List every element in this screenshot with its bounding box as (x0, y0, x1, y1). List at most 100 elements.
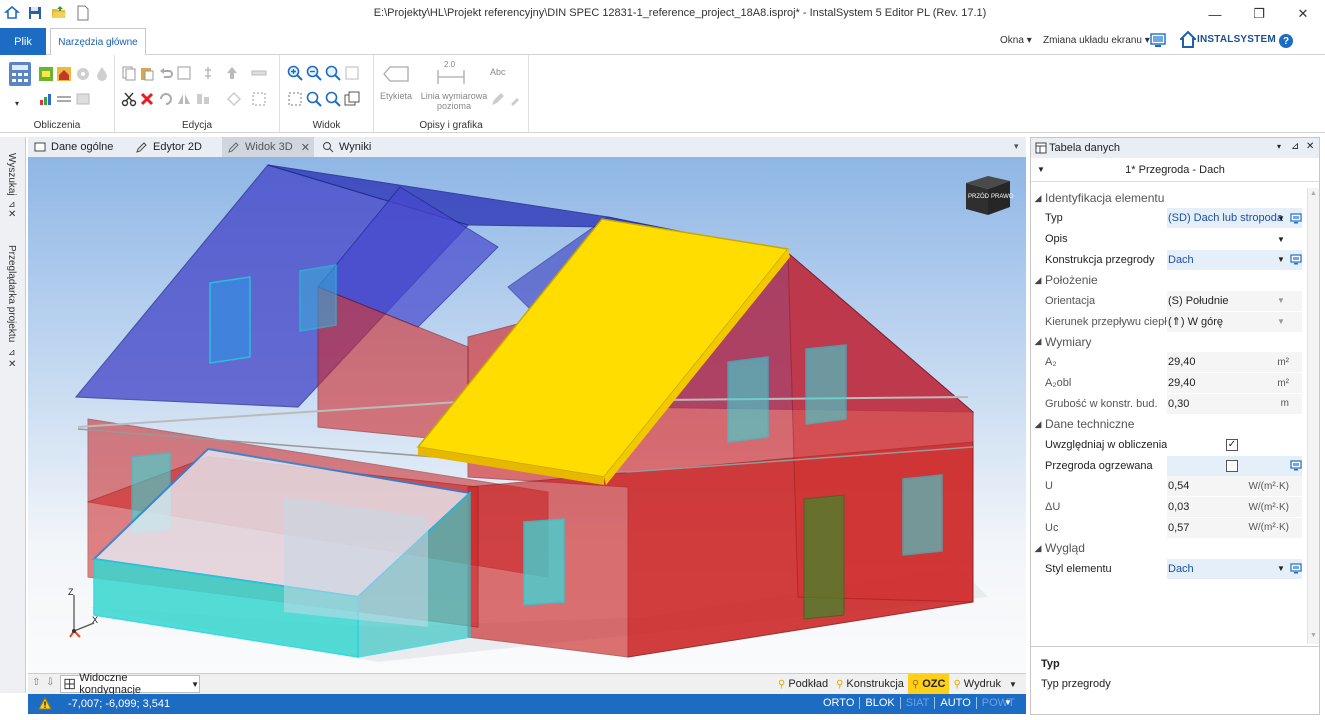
layout-menu[interactable]: Zmiana układu ekranu ▾ (1043, 35, 1150, 46)
property-row[interactable]: A₂ 29,40 m² (1031, 352, 1319, 373)
tab-wyniki[interactable]: Wyniki (316, 137, 396, 157)
element-selector[interactable]: ▼ 1* Przegroda - Dach (1031, 158, 1319, 182)
frame-icon[interactable] (176, 65, 192, 81)
property-row[interactable]: Opis ▼ (1031, 229, 1319, 250)
dropdown-arrow-icon[interactable]: ▼ (1277, 255, 1285, 264)
collapse-icon[interactable]: ◢ (1031, 193, 1045, 204)
restore-button[interactable]: ❐ (1237, 0, 1281, 28)
undo-icon[interactable] (158, 65, 174, 81)
collapse-icon[interactable]: ◢ (1031, 419, 1045, 430)
property-checkbox-cell[interactable] (1167, 455, 1302, 476)
collapse-icon[interactable]: ◢ (1031, 543, 1045, 554)
property-row[interactable]: Styl elementu Dach ▼ (1031, 558, 1319, 579)
chevron-down-icon[interactable]: ▼ (1004, 698, 1012, 707)
property-row[interactable]: Typ (SD) Dach lub stropoda ▼ (1031, 208, 1319, 229)
property-row[interactable]: A₂obl 29,40 m² (1031, 373, 1319, 394)
measure-icon[interactable] (251, 65, 267, 81)
dropdown-arrow-icon[interactable]: ▼ (1277, 296, 1285, 305)
delete-icon[interactable] (139, 91, 155, 107)
dropdown-arrow-icon[interactable]: ▼ (1277, 235, 1285, 244)
property-row[interactable]: Przegroda ogrzewana (1031, 455, 1319, 476)
cut-icon[interactable] (121, 91, 137, 107)
select-icon[interactable] (251, 91, 267, 107)
file-tab[interactable]: Plik (0, 28, 46, 55)
pan-icon[interactable] (287, 91, 303, 107)
rotate-icon[interactable] (158, 91, 174, 107)
chevron-down-icon[interactable]: ▾ (15, 99, 19, 108)
status-toggle-auto[interactable]: AUTO (935, 697, 977, 709)
main-tools-tab[interactable]: Narzędzia główne (50, 28, 146, 56)
tab-edytor-2d[interactable]: Edytor 2D (130, 137, 222, 157)
mirror-icon[interactable] (176, 91, 192, 107)
views-icon[interactable] (344, 91, 360, 107)
zoom-window-icon[interactable] (325, 65, 341, 81)
align-icon[interactable] (200, 65, 216, 81)
screen-layout-icon[interactable] (1150, 33, 1166, 48)
chevron-down-icon[interactable]: ▾ (1277, 142, 1281, 151)
property-row[interactable]: Uwzględniaj w obliczeniach ✓ (1031, 434, 1319, 455)
arrow-down-icon[interactable]: ⇩ (46, 677, 54, 688)
distribute-icon[interactable] (195, 91, 211, 107)
text-abc-icon[interactable]: Abc (490, 67, 506, 77)
category-1[interactable]: ◢ Położenie (1031, 270, 1319, 290)
zoom-all-icon[interactable] (344, 65, 360, 81)
category-0[interactable]: ◢ Identyfikacja elementu (1031, 188, 1319, 208)
etykieta-button[interactable]: Etykieta (380, 91, 412, 101)
category-3[interactable]: ◢ Dane techniczne (1031, 414, 1319, 434)
scrollbar[interactable]: ▲ ▼ (1307, 188, 1319, 644)
dropdown-arrow-icon[interactable]: ▼ (1277, 214, 1285, 223)
chart-icon[interactable] (38, 91, 54, 107)
zoom-out-icon[interactable] (306, 65, 322, 81)
tab-list-chevron-icon[interactable]: ▾ (1014, 141, 1019, 152)
zoom-previous-icon[interactable] (325, 91, 341, 107)
collapse-icon[interactable]: ◢ (1031, 336, 1045, 347)
collapse-icon[interactable]: ◢ (1031, 275, 1045, 286)
dropdown-arrow-icon[interactable]: ▼ (1277, 564, 1285, 573)
scroll-down-icon[interactable]: ▼ (1310, 632, 1317, 639)
property-row[interactable]: U 0,54 W/(m²·K) (1031, 476, 1319, 497)
status-toggle-blok[interactable]: BLOK (860, 697, 901, 709)
save-icon[interactable] (27, 5, 43, 21)
search-panel-tab[interactable]: Wyszukaj (6, 153, 17, 196)
mode-tab-podklad[interactable]: ⚲ Podkład (774, 678, 832, 690)
close-icon[interactable]: ✕ (1306, 141, 1314, 152)
mode-tab-wydruk[interactable]: ⚲ Wydruk (949, 678, 1005, 690)
tab-widok-3d[interactable]: Widok 3D ✕ (222, 137, 314, 157)
table-icon[interactable] (75, 91, 91, 107)
calculator-icon[interactable] (8, 61, 32, 87)
close-icon[interactable]: ✕ (8, 359, 16, 370)
category-4[interactable]: ◢ Wygląd (1031, 538, 1319, 558)
minimize-button[interactable]: — (1193, 0, 1237, 28)
close-button[interactable]: ✕ (1281, 0, 1325, 28)
dimension-line-icon[interactable] (436, 68, 466, 86)
chevron-down-icon[interactable]: ▼ (1005, 680, 1021, 689)
edit-library-icon[interactable] (1290, 254, 1302, 265)
warning-icon[interactable] (38, 697, 52, 710)
lines-icon[interactable] (56, 91, 72, 107)
property-row[interactable]: Uc 0,57 W/(m²·K) (1031, 517, 1319, 539)
property-row[interactable]: Konstrukcja przegrody Dach ▼ (1031, 249, 1319, 271)
okna-menu[interactable]: Okna ▾ (1000, 35, 1032, 46)
checkbox[interactable] (1226, 459, 1238, 472)
property-row[interactable]: Grubość w konstr. bud. 0,30 m (1031, 393, 1319, 415)
move-up-icon[interactable] (224, 65, 240, 81)
paste-icon[interactable] (139, 65, 155, 81)
pen-icon[interactable] (490, 91, 506, 107)
edit-library-icon[interactable] (1290, 213, 1302, 224)
edit-library-icon[interactable] (1290, 460, 1302, 471)
category-2[interactable]: ◢ Wymiary (1031, 332, 1319, 352)
open-folder-icon[interactable] (51, 5, 67, 21)
help-icon[interactable]: ? (1279, 34, 1293, 48)
tab-dane-ogolne[interactable]: Dane ogólne (28, 137, 128, 157)
checkbox[interactable]: ✓ (1226, 438, 1238, 451)
property-row[interactable]: ΔU 0,03 W/(m²·K) (1031, 497, 1319, 518)
status-toggle-orto[interactable]: ORTO (818, 697, 861, 709)
project-browser-tab[interactable]: Przeglądarka projektu (6, 245, 17, 342)
dropdown-arrow-icon[interactable]: ▼ (1277, 317, 1285, 326)
building-calc-icon[interactable] (56, 66, 72, 82)
close-icon[interactable]: ✕ (8, 209, 16, 220)
copy-icon[interactable] (121, 65, 137, 81)
snap-icon[interactable] (226, 91, 242, 107)
visible-storeys-dropdown[interactable]: Widoczne kondygnacje ▼ (60, 672, 200, 696)
arrow-up-icon[interactable]: ⇧ (32, 677, 40, 688)
